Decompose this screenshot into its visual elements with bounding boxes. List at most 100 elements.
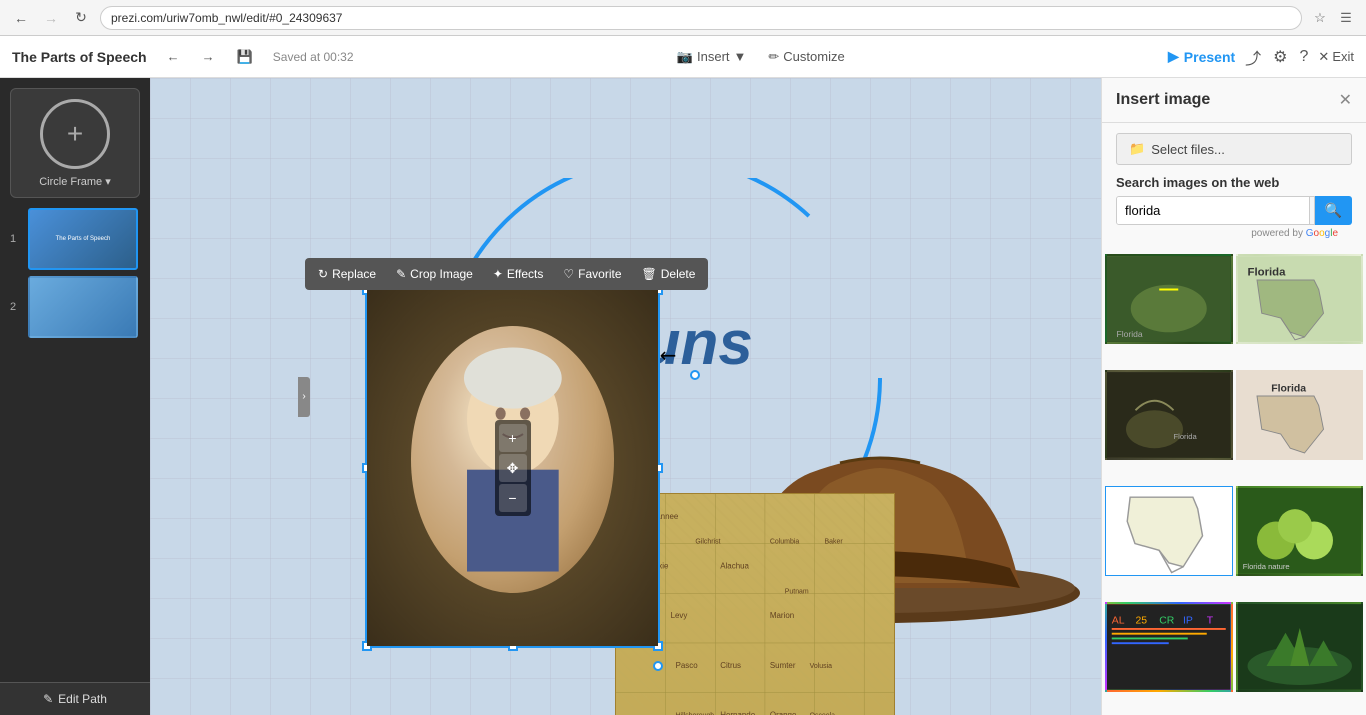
frame-selector[interactable]: + Circle Frame ▾ (10, 88, 140, 198)
back-nav-button[interactable]: ← (161, 45, 186, 68)
svg-text:Baker: Baker (825, 539, 844, 546)
exit-button[interactable]: ✕ Exit (1318, 49, 1354, 65)
frame-label: Circle Frame (39, 176, 102, 188)
save-button[interactable]: 💾 (231, 45, 259, 69)
insert-button[interactable]: 📷 Insert ▼ (671, 45, 753, 69)
replace-icon: ↻ (318, 267, 328, 281)
panel-title: Insert image (1116, 91, 1210, 109)
svg-text:Florida: Florida (1174, 432, 1198, 441)
globe-dropdown[interactable]: 🌐 ▾ (1309, 197, 1315, 224)
app-title: The Parts of Speech (12, 49, 147, 65)
svg-text:Levy: Levy (671, 611, 688, 620)
search-section: Search images on the web 🌐 ▾ 🔍 powered b… (1102, 175, 1366, 254)
extensions-icon[interactable]: ☰ (1336, 8, 1356, 28)
frame-dropdown-icon: ▾ (105, 176, 111, 188)
grid-image-7[interactable]: AL 25 CR IP T (1105, 602, 1233, 692)
rotation-point (690, 370, 700, 380)
image-toolbar: ↻ Replace ✎ Crop Image ✦ Effects ♡ Favor… (305, 258, 708, 290)
grid-image-5[interactable] (1105, 486, 1233, 576)
effects-button[interactable]: ✦ Effects (483, 261, 554, 287)
canvas-area[interactable]: › ↻ Replace ✎ Crop Image ✦ Effects ♡ Fav… (150, 78, 1101, 715)
edit-path-button[interactable]: ✎ Edit Path (0, 682, 150, 715)
left-sidebar: + Circle Frame ▾ 1 The Parts of Speech 2 (0, 78, 150, 715)
slide-item: 1 The Parts of Speech (10, 208, 140, 270)
present-button[interactable]: ▶ Present (1168, 48, 1235, 65)
pencil-icon: ✏ (768, 49, 779, 65)
main-layout: + Circle Frame ▾ 1 The Parts of Speech 2 (0, 78, 1366, 715)
slide-thumbnail-1[interactable]: The Parts of Speech (28, 208, 138, 270)
search-icon: 🔍 (1325, 202, 1342, 218)
svg-text:Gilchrist: Gilchrist (695, 539, 720, 546)
url-text: prezi.com/uriw7omb_nwl/edit/#0_24309637 (111, 11, 342, 25)
panel-header: Insert image ✕ (1102, 78, 1366, 123)
play-icon: ▶ (1168, 48, 1179, 65)
svg-text:IP: IP (1183, 615, 1193, 626)
svg-text:Hernando: Hernando (720, 710, 755, 715)
grid-image-3[interactable]: Florida (1105, 370, 1233, 460)
right-panel: Insert image ✕ 📁 Select files... Search … (1101, 78, 1366, 715)
heart-icon: ♡ (563, 267, 574, 281)
crop-image-button[interactable]: ✎ Crop Image (386, 261, 483, 287)
refresh-button[interactable]: ↻ (70, 7, 92, 29)
insert-icon: 📷 (677, 49, 693, 65)
grid-image-8[interactable] (1236, 602, 1364, 692)
toolbar-right-icons: ⤴ ⚙ ? (1245, 45, 1308, 69)
svg-text:T: T (1207, 615, 1214, 626)
search-button[interactable]: 🔍 (1315, 196, 1352, 225)
circle-frame-icon: + (40, 99, 110, 169)
grid-image-6[interactable]: Florida nature (1236, 486, 1364, 576)
search-input-wrap: 🌐 ▾ (1116, 196, 1315, 225)
help-icon[interactable]: ? (1300, 48, 1309, 66)
saved-status: Saved at 00:32 (273, 50, 354, 64)
customize-button[interactable]: ✏ Customize (762, 45, 850, 69)
edit-path-label: Edit Path (58, 692, 107, 706)
svg-text:Pasco: Pasco (676, 661, 699, 670)
svg-text:Florida: Florida (1117, 329, 1143, 339)
edit-path-icon: ✎ (43, 692, 53, 706)
browser-icons: ☆ ☰ (1310, 8, 1356, 28)
zoom-out-button[interactable]: − (499, 484, 527, 512)
effects-icon: ✦ (493, 267, 503, 281)
replace-button[interactable]: ↻ Replace (308, 261, 386, 287)
search-row: 🌐 ▾ 🔍 (1116, 196, 1352, 225)
forward-nav-button[interactable]: → (196, 45, 221, 68)
insert-chevron: ▼ (734, 49, 747, 64)
svg-text:Orange: Orange (770, 710, 797, 715)
share-icon[interactable]: ⤴ (1245, 45, 1261, 69)
forward-button[interactable]: → (40, 7, 62, 29)
svg-text:Alachua: Alachua (720, 562, 749, 571)
zoom-in-button[interactable]: + (499, 424, 527, 452)
delete-button[interactable]: 🗑 Delete (632, 261, 706, 287)
svg-text:Marion: Marion (770, 611, 794, 620)
svg-text:Florida: Florida (1247, 266, 1286, 278)
back-button[interactable]: ← (10, 7, 32, 29)
slides-panel: 1 The Parts of Speech 2 (10, 208, 140, 338)
browser-bar: ← → ↻ prezi.com/uriw7omb_nwl/edit/#0_243… (0, 0, 1366, 36)
svg-text:AL: AL (1112, 615, 1125, 626)
slide-number-2: 2 (10, 301, 22, 313)
address-bar[interactable]: prezi.com/uriw7omb_nwl/edit/#0_24309637 (100, 6, 1302, 30)
close-icon: ✕ (1318, 49, 1329, 65)
grid-image-1[interactable]: Florida (1105, 254, 1233, 344)
svg-text:CR: CR (1159, 615, 1175, 626)
trash-icon: 🗑 (642, 267, 657, 281)
slide-thumbnail-2[interactable] (28, 276, 138, 338)
move-button[interactable]: ✥ (499, 454, 527, 482)
rotation-handle[interactable] (653, 661, 663, 671)
svg-text:Sumter: Sumter (770, 661, 796, 670)
svg-text:25: 25 (1136, 615, 1148, 626)
search-input[interactable] (1117, 197, 1309, 224)
grid-image-4[interactable]: Florida (1236, 370, 1364, 460)
slide-item-2: 2 (10, 276, 140, 338)
close-panel-button[interactable]: ✕ (1339, 90, 1352, 110)
select-files-button[interactable]: 📁 Select files... (1116, 133, 1352, 165)
svg-text:Putnam: Putnam (785, 588, 809, 595)
collapse-panel-button[interactable]: › (298, 377, 310, 417)
settings-icon[interactable]: ⚙ (1273, 47, 1287, 67)
svg-text:Florida nature: Florida nature (1242, 562, 1289, 571)
favorite-button[interactable]: ♡ Favorite (553, 261, 631, 287)
google-logo: Google (1306, 228, 1338, 239)
bookmark-icon[interactable]: ☆ (1310, 8, 1330, 28)
selected-image[interactable]: + ✥ − (365, 288, 660, 648)
grid-image-2[interactable]: Florida (1236, 254, 1364, 344)
